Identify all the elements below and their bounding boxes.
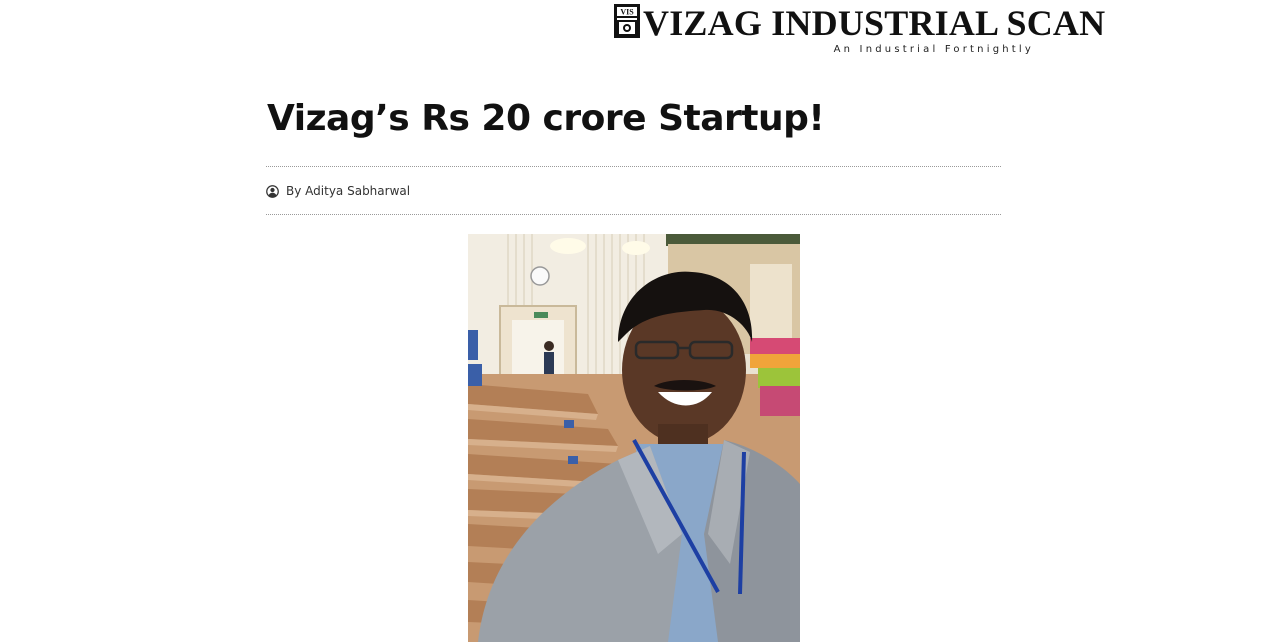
byline-prefix: By [286, 184, 302, 198]
logo-tagline: An Industrial Fortnightly [833, 44, 1034, 55]
logo-emblem-icon: VIS [614, 4, 640, 38]
byline-text: By Aditya Sabharwal [286, 184, 410, 198]
featured-image[interactable] [468, 234, 800, 642]
logo-title: VIZAG INDUSTRIAL SCAN [643, 3, 1106, 43]
page: VIS VIZAG INDUSTRIAL SCAN An Industrial … [0, 0, 1282, 642]
divider-bottom [266, 214, 1001, 215]
user-circle-icon [266, 184, 279, 198]
author-link[interactable]: Aditya Sabharwal [305, 184, 410, 198]
article-title: Vizag’s Rs 20 crore Startup! [267, 98, 825, 139]
site-logo[interactable]: VIS VIZAG INDUSTRIAL SCAN An Industrial … [614, 2, 1105, 58]
divider-top [266, 166, 1001, 167]
svg-text:VIS: VIS [620, 8, 634, 17]
byline: By Aditya Sabharwal [266, 182, 410, 200]
